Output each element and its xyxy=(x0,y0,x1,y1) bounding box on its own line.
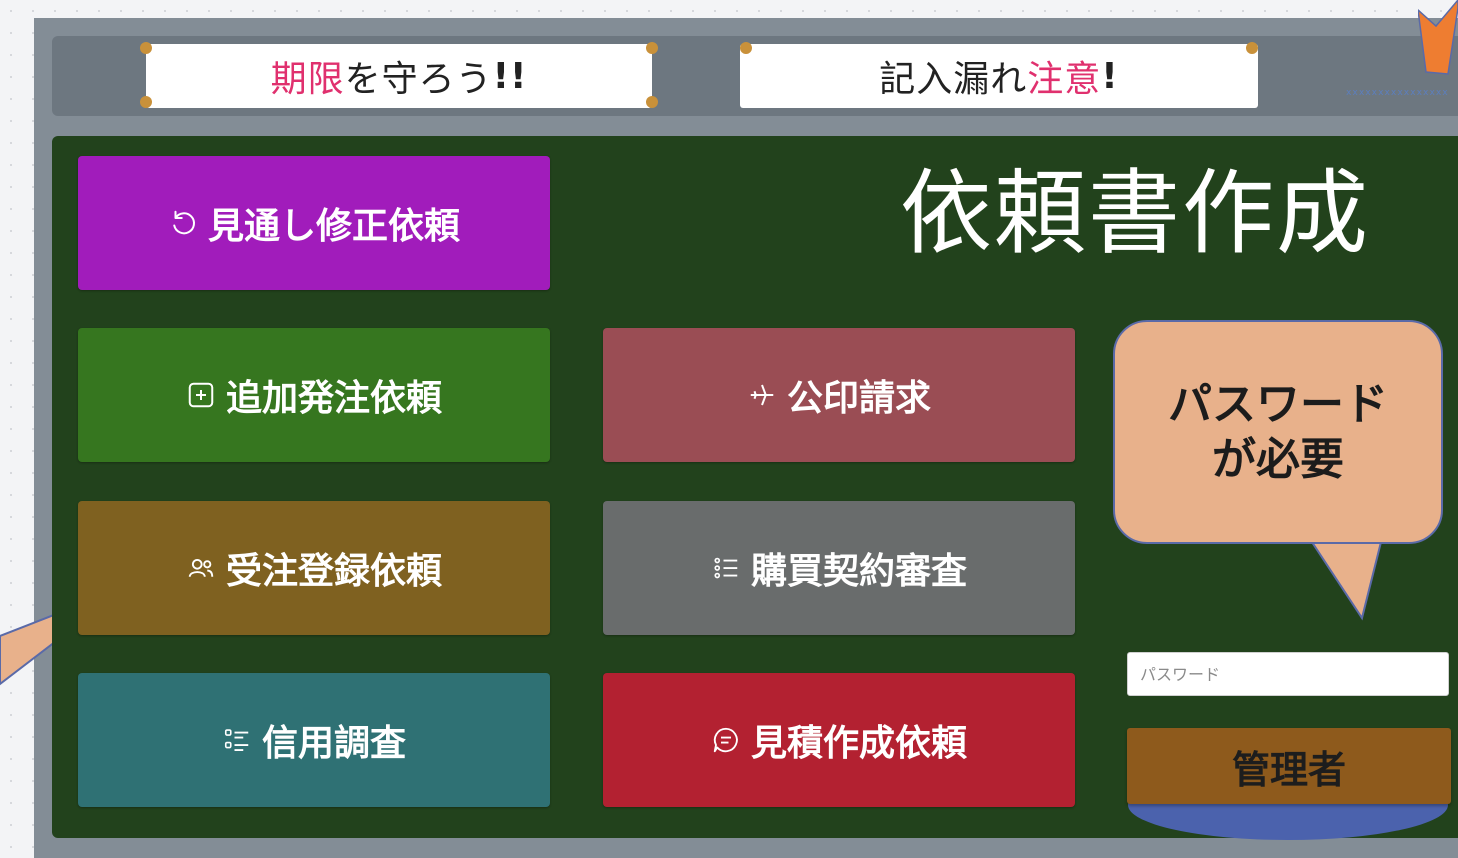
password-input[interactable] xyxy=(1127,652,1449,696)
order-registration-button[interactable]: 受注登録依頼 xyxy=(78,501,550,635)
forecast-fix-button[interactable]: 見通し修正依頼 xyxy=(78,156,550,290)
message-icon xyxy=(713,727,738,753)
bubble-line-2: が必要 xyxy=(1212,434,1344,485)
note-deadline-highlight: 期限 xyxy=(270,59,345,100)
seal-request-label: 公印請求 xyxy=(786,378,931,419)
forecast-fix-label: 見通し修正依頼 xyxy=(207,206,460,247)
resize-handle[interactable] xyxy=(740,42,752,54)
admin-button[interactable]: 管理者 xyxy=(1127,728,1451,804)
resize-handle[interactable] xyxy=(646,42,658,54)
additional-order-button[interactable]: 追加発注依頼 xyxy=(78,328,550,462)
orange-arrow-shape xyxy=(1418,0,1458,75)
credit-check-label: 信用調査 xyxy=(261,723,406,764)
bubble-line-1: パスワード xyxy=(1168,379,1388,430)
note-deadline-text: を守ろう xyxy=(344,59,493,100)
estimate-button[interactable]: 見積作成依頼 xyxy=(603,673,1075,807)
resize-handle[interactable] xyxy=(140,96,152,108)
purchase-review-label: 購買契約審査 xyxy=(750,551,967,592)
note-careful-exclamation: ! xyxy=(1101,55,1119,97)
password-required-bubble: パスワード が必要 xyxy=(1113,320,1443,544)
dotted-connector: xxxxxxxxxxxxxxxx xyxy=(1346,88,1449,98)
airplane-icon xyxy=(750,384,774,406)
checklist-icon xyxy=(224,729,249,751)
credit-check-button[interactable]: 信用調査 xyxy=(78,673,550,807)
page-title: 依頼書作成 xyxy=(900,160,1371,267)
order-registration-label: 受注登録依頼 xyxy=(225,551,442,592)
list-icon xyxy=(714,557,738,579)
resize-handle[interactable] xyxy=(646,96,658,108)
note-deadline-exclamation: !! xyxy=(492,55,528,97)
deadline-note: 期限 を守ろう!! xyxy=(146,44,652,108)
estimate-label: 見積作成依頼 xyxy=(750,723,967,764)
users-icon xyxy=(188,558,214,578)
purchase-review-button[interactable]: 購買契約審査 xyxy=(603,501,1075,635)
seal-request-button[interactable]: 公印請求 xyxy=(603,328,1075,462)
undo-icon xyxy=(173,210,195,235)
careful-note: 記入漏れ 注意! xyxy=(740,44,1258,108)
plus-square-icon xyxy=(188,382,214,408)
resize-handle[interactable] xyxy=(140,42,152,54)
resize-handle[interactable] xyxy=(1246,42,1258,54)
note-careful-highlight: 注意 xyxy=(1027,59,1102,100)
note-careful-text: 記入漏れ xyxy=(879,59,1028,100)
additional-order-label: 追加発注依頼 xyxy=(225,378,442,419)
